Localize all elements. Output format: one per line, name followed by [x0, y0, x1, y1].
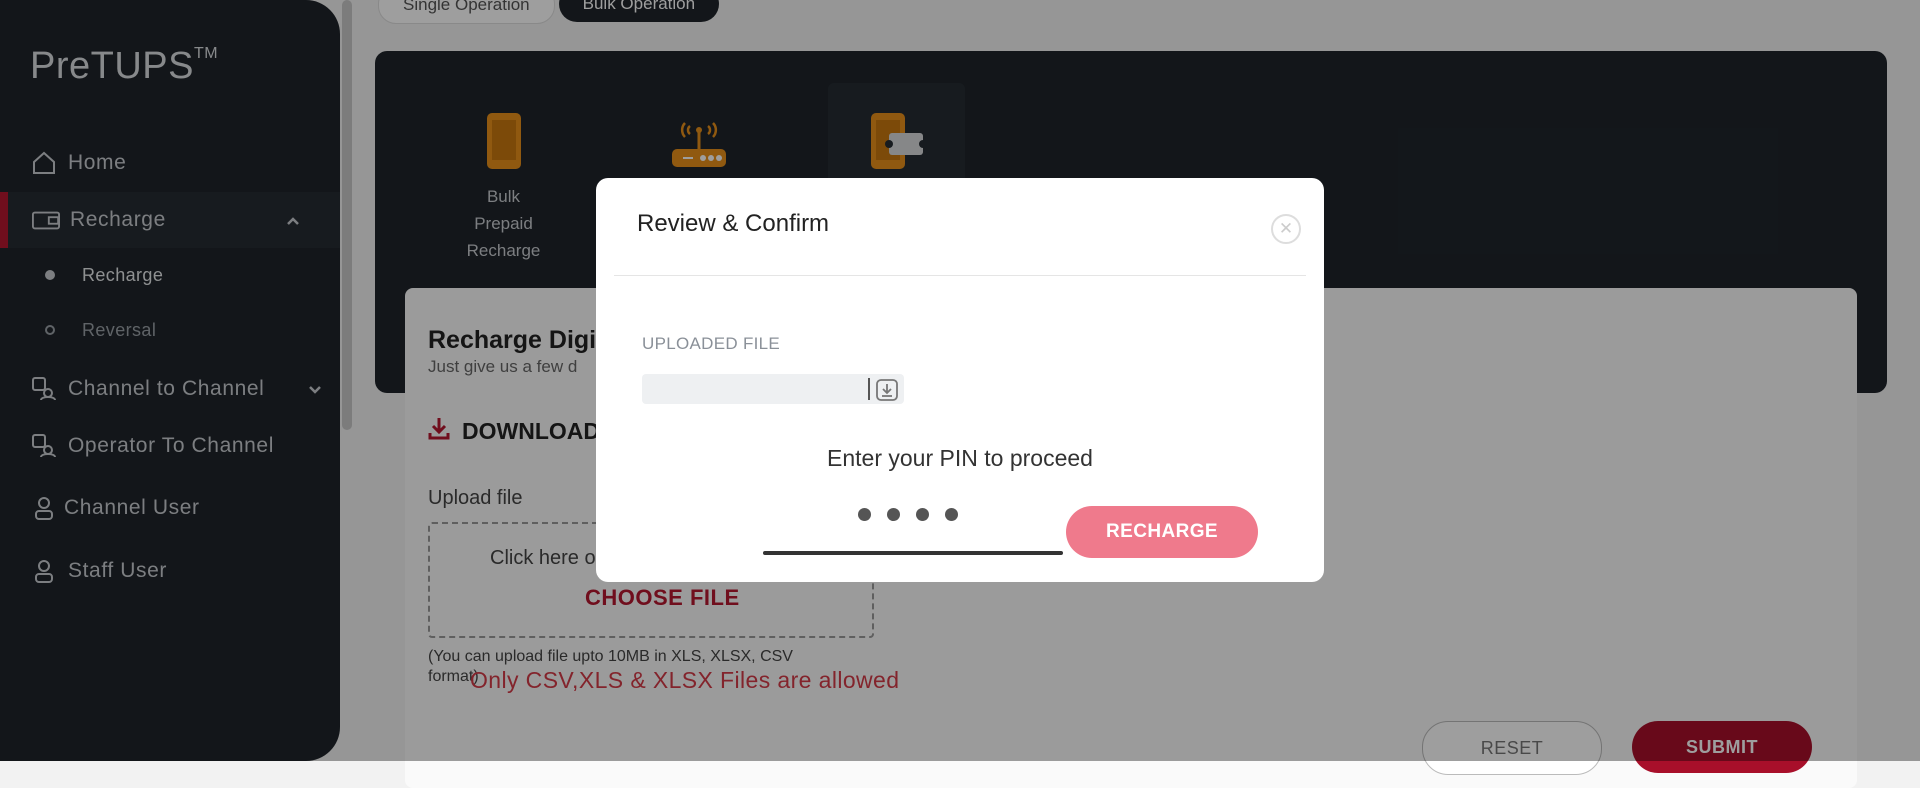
pin-input[interactable] — [858, 508, 958, 521]
modal-title: Review & Confirm — [637, 210, 830, 237]
field-separator — [868, 378, 870, 400]
pin-dot — [887, 508, 900, 521]
close-icon[interactable]: ✕ — [1271, 214, 1301, 244]
modal-divider — [614, 275, 1306, 276]
review-confirm-modal: Review & Confirm ✕ UPLOADED FILE Enter y… — [596, 178, 1324, 582]
recharge-button[interactable]: RECHARGE — [1066, 506, 1258, 558]
pin-dot — [945, 508, 958, 521]
download-file-icon[interactable] — [874, 377, 900, 403]
uploaded-file-field — [642, 374, 904, 404]
pin-input-underline — [763, 551, 1063, 555]
pin-prompt: Enter your PIN to proceed — [827, 445, 1093, 471]
uploaded-file-label: UPLOADED FILE — [642, 334, 781, 353]
pin-dot — [858, 508, 871, 521]
pin-dot — [916, 508, 929, 521]
